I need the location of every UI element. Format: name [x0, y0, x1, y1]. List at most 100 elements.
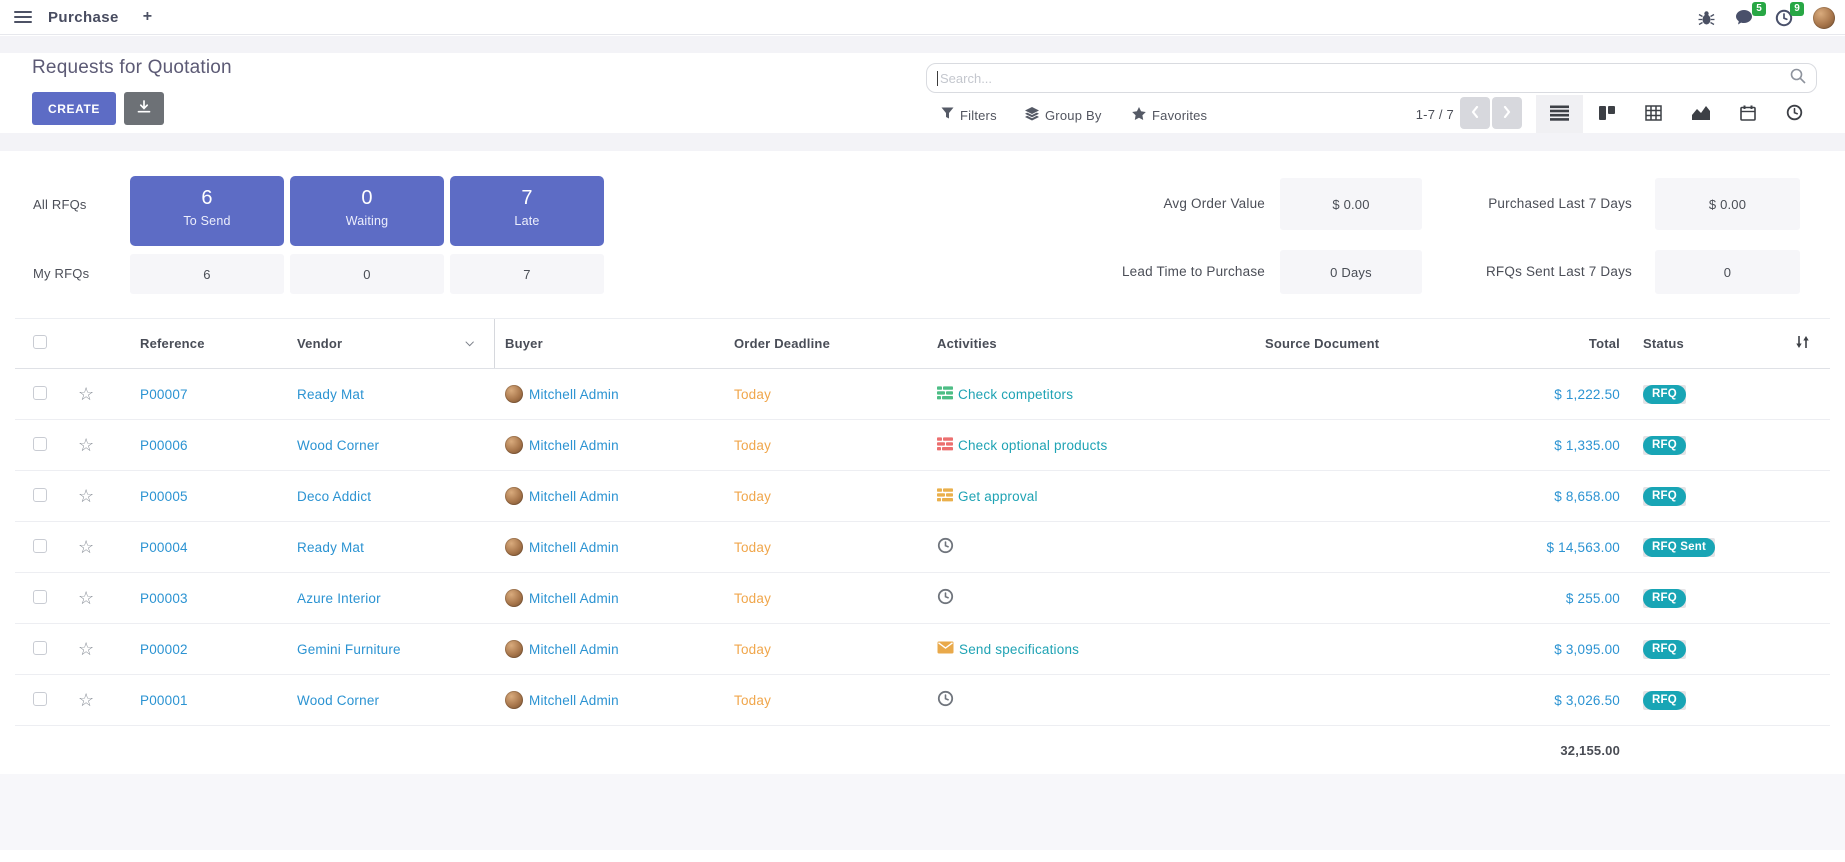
messages-icon[interactable]: 5	[1735, 9, 1755, 26]
graph-view-button[interactable]	[1677, 95, 1724, 133]
table-row[interactable]: ☆P00001Wood CornerMitchell AdminToday$ 3…	[15, 675, 1830, 726]
favorites-button[interactable]: Favorites	[1132, 104, 1207, 126]
favorite-star-toggle[interactable]: ☆	[78, 435, 94, 455]
header-status[interactable]: Status	[1630, 336, 1775, 351]
deadline-text: Today	[734, 387, 771, 402]
vendor-link[interactable]: Ready Mat	[297, 387, 364, 402]
header-buyer[interactable]: Buyer	[495, 336, 720, 351]
pivot-view-button[interactable]	[1630, 95, 1677, 133]
row-checkbox[interactable]	[33, 641, 47, 655]
favorite-star-toggle[interactable]: ☆	[78, 384, 94, 404]
pager-previous-button[interactable]	[1460, 97, 1490, 129]
row-checkbox[interactable]	[33, 488, 47, 502]
vendor-link[interactable]: Wood Corner	[297, 438, 379, 453]
vendor-link[interactable]: Deco Addict	[297, 489, 371, 504]
calendar-view-button[interactable]	[1724, 95, 1771, 133]
header-vendor[interactable]: Vendor ⌵	[285, 319, 495, 368]
menu-icon[interactable]	[14, 11, 32, 23]
status-badge: RFQ	[1643, 385, 1686, 404]
reference-link[interactable]: P00004	[140, 540, 188, 555]
purchased-last-7-days-label: Purchased Last 7 Days	[1430, 196, 1632, 211]
vendor-link[interactable]: Gemini Furniture	[297, 642, 401, 657]
row-checkbox[interactable]	[33, 386, 47, 400]
buyer-link[interactable]: Mitchell Admin	[529, 642, 619, 657]
activity-link[interactable]: Get approval	[958, 489, 1038, 504]
tile-to-send[interactable]: 6To Send	[130, 176, 284, 246]
mail-activity-icon[interactable]	[937, 641, 954, 657]
reference-link[interactable]: P00003	[140, 591, 188, 606]
activities-clock-icon[interactable]: 9	[1775, 9, 1793, 27]
reference-link[interactable]: P00001	[140, 693, 188, 708]
export-button[interactable]	[124, 92, 164, 125]
table-row[interactable]: ☆ P00007 Ready Mat Mitchell Admin Today Check…	[15, 369, 1830, 420]
buyer-link[interactable]: Mitchell Admin	[529, 591, 619, 606]
kanban-view-button[interactable]	[1583, 95, 1630, 133]
reference-link[interactable]: P00002	[140, 642, 188, 657]
favorite-star-toggle[interactable]: ☆	[78, 690, 94, 710]
vendor-link[interactable]: Ready Mat	[297, 540, 364, 555]
row-checkbox[interactable]	[33, 539, 47, 553]
my-rfqs-cell[interactable]: 7	[450, 254, 604, 294]
my-rfqs-cell[interactable]: 0	[290, 254, 444, 294]
buyer-link[interactable]: Mitchell Admin	[529, 387, 619, 402]
pager-range: 1-7 / 7	[1404, 107, 1454, 122]
vendor-link[interactable]: Wood Corner	[297, 693, 379, 708]
reference-link[interactable]: P00006	[140, 438, 188, 453]
clock-activity-icon[interactable]	[937, 690, 954, 710]
search-input[interactable]	[940, 71, 1790, 86]
tile-late[interactable]: 7Late	[450, 176, 604, 246]
table-row[interactable]: ☆P00002Gemini FurnitureMitchell AdminTod…	[15, 624, 1830, 675]
table-row[interactable]: ☆P00003Azure InteriorMitchell AdminToday…	[15, 573, 1830, 624]
favorite-star-toggle[interactable]: ☆	[78, 639, 94, 659]
table-row[interactable]: ☆P00005Deco AddictMitchell AdminTodayGet…	[15, 471, 1830, 522]
buyer-link[interactable]: Mitchell Admin	[529, 540, 619, 555]
list-view-button[interactable]	[1536, 95, 1583, 133]
pager-next-button[interactable]	[1492, 97, 1522, 129]
buyer-link[interactable]: Mitchell Admin	[529, 438, 619, 453]
header-order-deadline[interactable]: Order Deadline	[720, 336, 930, 351]
buyer-link[interactable]: Mitchell Admin	[529, 693, 619, 708]
reference-link[interactable]: P00005	[140, 489, 188, 504]
activity-view-button[interactable]	[1771, 95, 1818, 133]
app-menu-purchase[interactable]: Purchase	[48, 9, 119, 26]
reference-link[interactable]: P00007	[140, 387, 188, 402]
status-badge: RFQ	[1643, 640, 1686, 659]
row-checkbox[interactable]	[33, 590, 47, 604]
new-tab-icon[interactable]: +	[143, 8, 153, 26]
vendor-link[interactable]: Azure Interior	[297, 591, 381, 606]
select-all-checkbox[interactable]	[15, 335, 70, 352]
activity-link[interactable]: Check competitors	[958, 387, 1073, 402]
tasks-activity-icon[interactable]	[937, 488, 953, 505]
favorite-star-toggle[interactable]: ☆	[78, 486, 94, 506]
header-total[interactable]: Total	[1455, 336, 1630, 351]
row-checkbox[interactable]	[33, 437, 47, 451]
header-source-document[interactable]: Source Document	[1255, 336, 1455, 351]
header-activities[interactable]: Activities	[930, 336, 1255, 351]
favorite-star-toggle[interactable]: ☆	[78, 537, 94, 557]
user-avatar[interactable]	[1813, 7, 1835, 29]
buyer-link[interactable]: Mitchell Admin	[529, 489, 619, 504]
favorite-star-toggle[interactable]: ☆	[78, 588, 94, 608]
magnifier-icon[interactable]	[1790, 68, 1806, 89]
tile-waiting[interactable]: 0Waiting	[290, 176, 444, 246]
optional-columns-button[interactable]	[1775, 334, 1830, 353]
total-amount: $ 8,658.00	[1554, 489, 1620, 504]
create-button[interactable]: CREATE	[32, 92, 116, 125]
tasks-activity-icon[interactable]	[937, 437, 953, 454]
row-checkbox-cell	[15, 386, 70, 403]
table-row[interactable]: ☆P00004Ready MatMitchell AdminToday$ 14,…	[15, 522, 1830, 573]
clock-activity-icon[interactable]	[937, 537, 954, 557]
header-reference[interactable]: Reference	[115, 336, 285, 351]
activity-link[interactable]: Check optional products	[958, 438, 1107, 453]
bug-icon[interactable]	[1698, 10, 1715, 26]
row-checkbox[interactable]	[33, 692, 47, 706]
star-icon	[1132, 107, 1146, 123]
search-bar[interactable]	[926, 63, 1817, 93]
my-rfqs-cell[interactable]: 6	[130, 254, 284, 294]
group-by-button[interactable]: Group By	[1025, 104, 1102, 126]
filters-button[interactable]: Filters	[941, 104, 997, 126]
clock-activity-icon[interactable]	[937, 588, 954, 608]
tasks-activity-icon[interactable]	[937, 386, 953, 403]
activity-link[interactable]: Send specifications	[959, 642, 1079, 657]
table-row[interactable]: ☆P00006Wood CornerMitchell AdminTodayChe…	[15, 420, 1830, 471]
